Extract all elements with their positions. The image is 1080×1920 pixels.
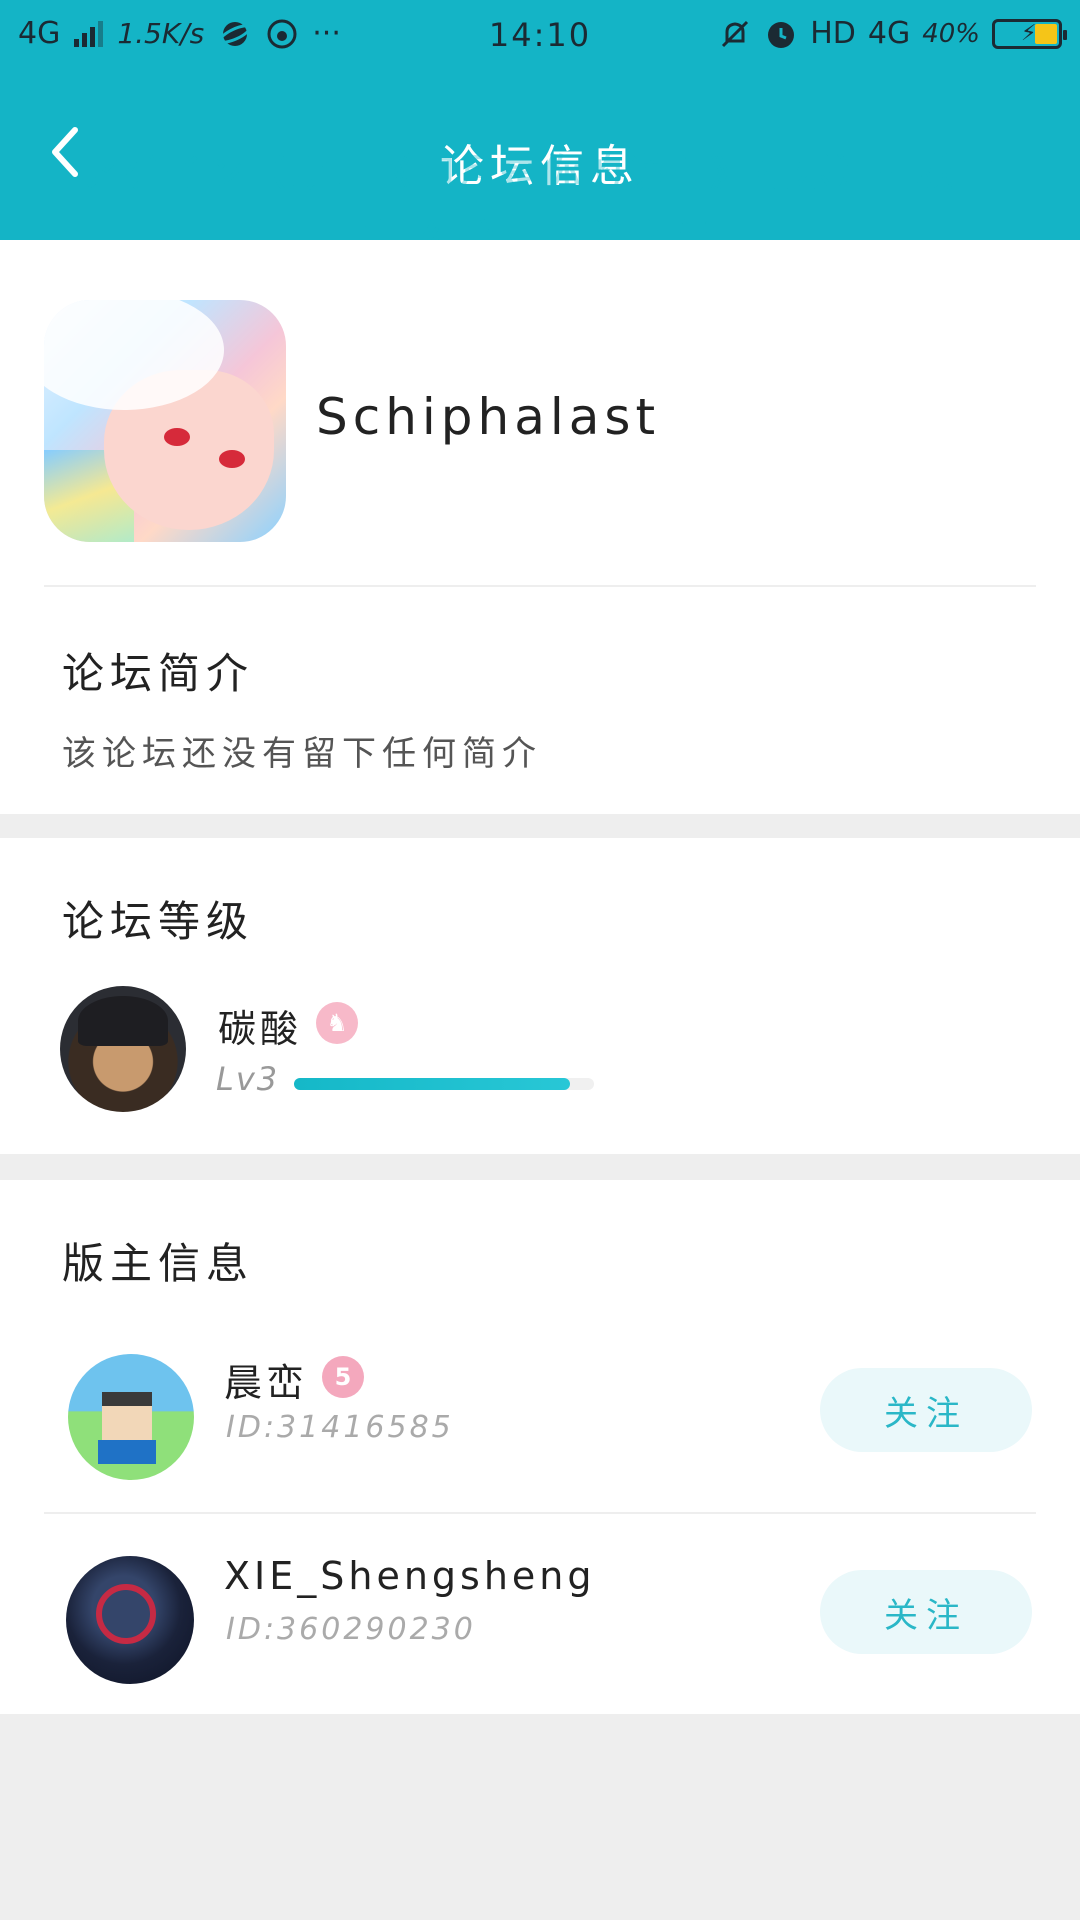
moderator-id: ID:31416585: [226, 1410, 454, 1445]
forum-info-card: Schiphalast 论坛简介 该论坛还没有留下任何简介: [0, 240, 1080, 814]
moderators-title: 版主信息: [62, 1239, 255, 1288]
moderator-avatar[interactable]: [66, 1556, 194, 1684]
mute-bell-icon: [718, 17, 752, 51]
network-label-right: 4G: [867, 16, 911, 51]
moderator-id: ID:360290230: [226, 1612, 476, 1647]
status-bar: 4G 1.5K/s ··· 14:10 HD 4G 40% ⚡: [0, 0, 1080, 72]
alarm-icon: [764, 17, 798, 51]
level-progress-fill: [294, 1078, 570, 1090]
moderator-name: 晨峦: [224, 1361, 309, 1405]
divider: [44, 585, 1036, 587]
hd-label: HD: [810, 16, 856, 51]
header-bar: 论坛信息: [0, 72, 1080, 240]
moderator-row[interactable]: 晨峦 5 ID:31416585 关注: [0, 1314, 1080, 1504]
status-right: HD 4G 40% ⚡: [718, 16, 1067, 51]
moderator-avatar[interactable]: [68, 1354, 194, 1480]
intro-title: 论坛简介: [62, 649, 255, 698]
moderator-row[interactable]: XIE_Shengsheng ID:360290230 关注: [0, 1516, 1080, 1706]
battery-icon: ⚡: [992, 18, 1067, 49]
moderator-name: XIE_Shengsheng: [224, 1554, 596, 1598]
battery-percent: 40%: [922, 18, 980, 49]
forum-avatar: [44, 300, 286, 542]
user-avatar[interactable]: [60, 986, 186, 1112]
forum-level-card: 论坛等级 碳酸 ♞ Lv3: [0, 838, 1080, 1154]
user-name: 碳酸: [218, 1007, 303, 1051]
moderator-badge: 5: [322, 1356, 364, 1398]
page-title: 论坛信息: [440, 141, 640, 192]
user-badge-icon: ♞: [316, 1002, 358, 1044]
divider: [44, 1512, 1036, 1514]
intro-text: 该论坛还没有留下任何简介: [62, 734, 542, 774]
level-progress-bar: [294, 1078, 594, 1090]
level-label: Lv3: [216, 1060, 280, 1098]
forum-name: Schiphalast: [316, 388, 661, 446]
follow-button[interactable]: 关注: [820, 1570, 1032, 1654]
level-title: 论坛等级: [62, 897, 255, 946]
moderators-card: 版主信息 晨峦 5 ID:31416585 关注 XIE_Shengsheng …: [0, 1180, 1080, 1714]
follow-button[interactable]: 关注: [820, 1368, 1032, 1452]
